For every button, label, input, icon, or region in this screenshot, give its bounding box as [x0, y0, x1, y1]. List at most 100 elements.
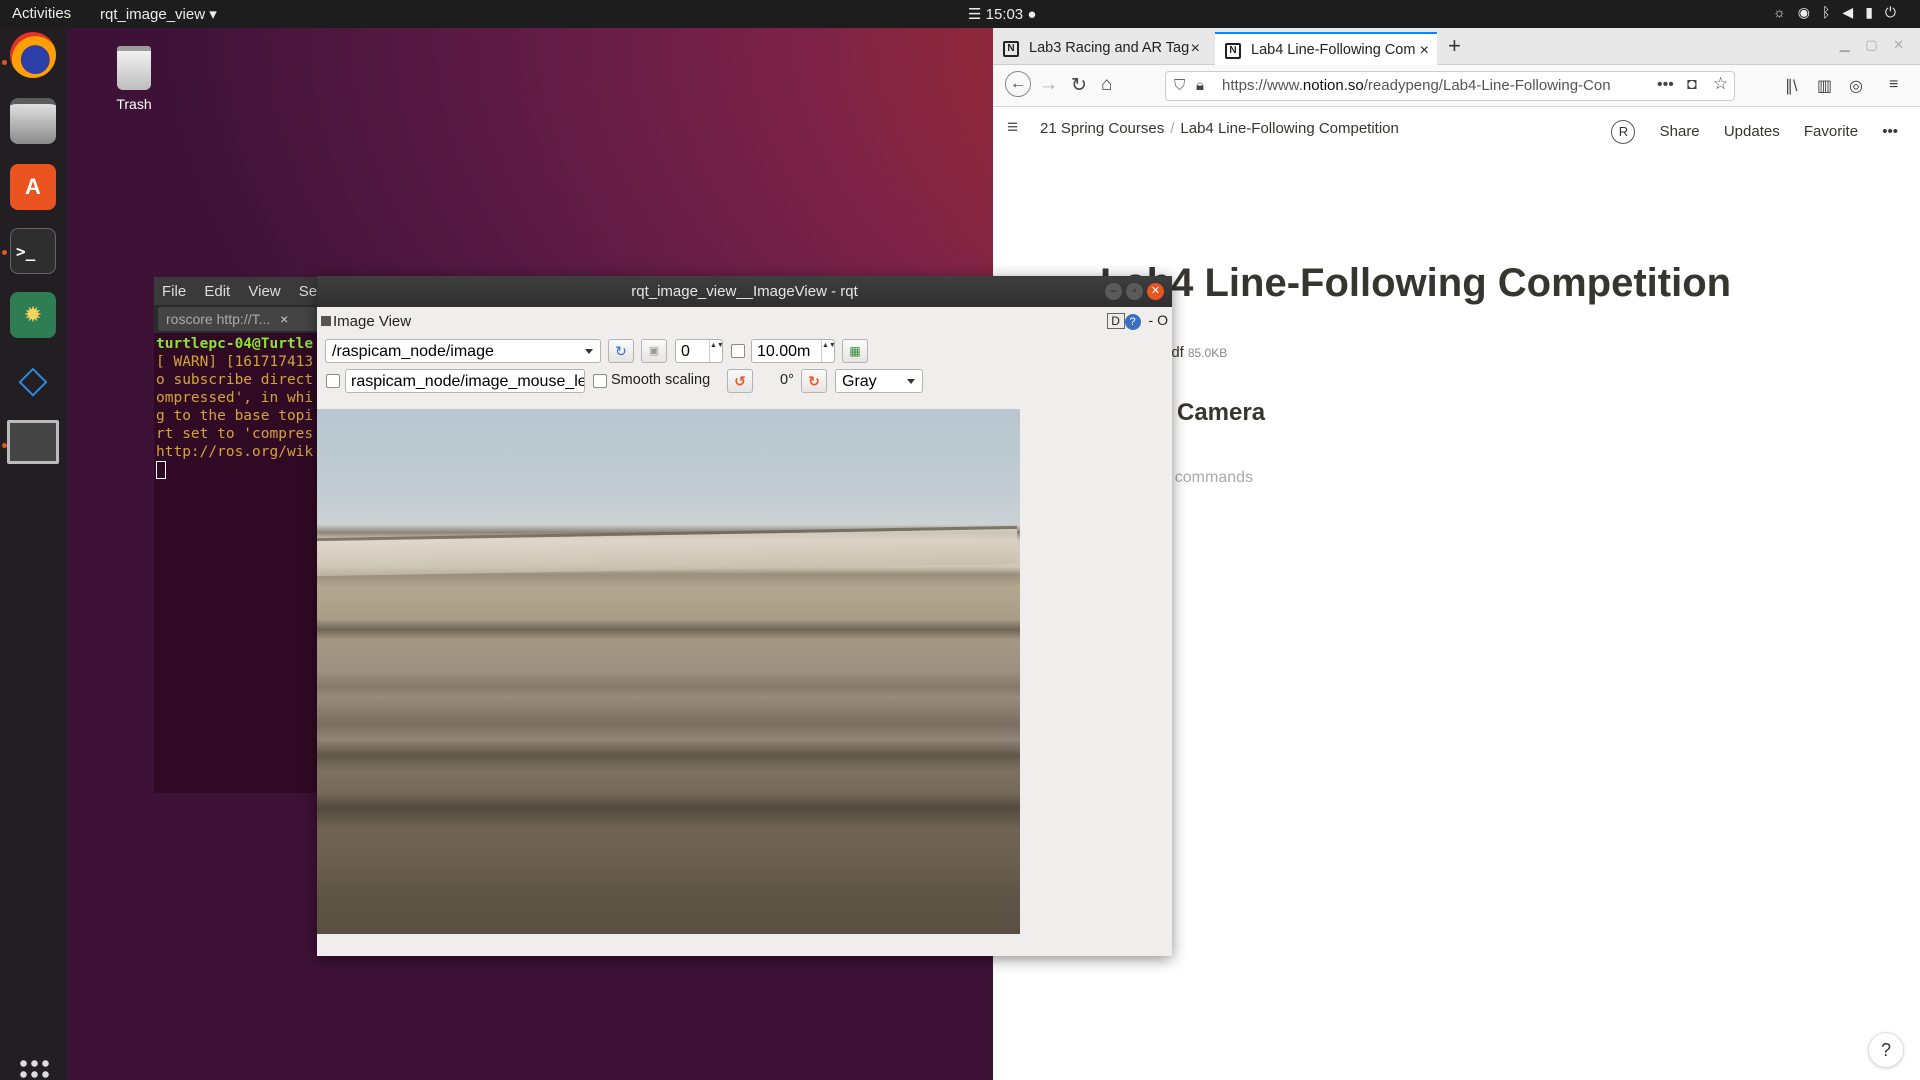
app-menu[interactable]: rqt_image_view ▾ — [100, 5, 217, 23]
trash-icon — [117, 46, 151, 90]
plugin-minimize-close[interactable]: - O — [1149, 312, 1168, 328]
menu-edit[interactable]: Edit — [204, 283, 230, 300]
wifi-icon[interactable]: ◉ — [1798, 4, 1822, 20]
avatar[interactable]: R — [1611, 120, 1636, 144]
bluetooth-icon[interactable]: ᛒ — [1822, 4, 1842, 20]
notion-icon: N — [1225, 43, 1241, 59]
tab-title: Lab4 Line-Following Com — [1251, 42, 1416, 58]
spinbox-arrows[interactable]: ▲▼ — [821, 340, 836, 362]
plugin-controls: D? - O — [1106, 312, 1168, 330]
power-icon[interactable]: ⏻ — [1885, 4, 1908, 20]
help-button[interactable]: ? — [1868, 1032, 1904, 1068]
software-icon[interactable]: A — [10, 164, 56, 210]
close-icon[interactable]: × — [280, 311, 288, 327]
terminal-tab[interactable]: roscore http://T... × — [158, 307, 328, 331]
terminal-prompt: turtlepc-04@Turtle — [156, 336, 314, 352]
pocket-icon[interactable]: ◘ — [1687, 76, 1697, 94]
home-icon[interactable]: ⌂ — [1101, 74, 1112, 96]
terminal-line: [ WARN] [161717413 — [156, 354, 314, 370]
chevron-down-icon — [907, 379, 915, 384]
minimize-icon[interactable]: – — [1105, 283, 1122, 300]
show-applications-icon[interactable] — [18, 1058, 50, 1080]
sidebar-icon[interactable]: ▥ — [1817, 76, 1832, 96]
browser-tab-lab3[interactable]: N Lab3 Racing and AR Tag × — [993, 32, 1208, 65]
browser-tab-lab4[interactable]: N Lab4 Line-Following Com × — [1215, 32, 1437, 65]
window-controls[interactable]: ▁ ▢ ✕ — [1840, 37, 1910, 53]
activities-button[interactable]: Activities — [12, 5, 71, 22]
rotate-left-button[interactable]: ↺ — [727, 369, 753, 393]
rqt-window-icon[interactable] — [7, 420, 59, 464]
refresh-topics-button[interactable]: ↻ — [608, 339, 634, 363]
rotate-right-button[interactable]: ↻ — [801, 369, 827, 393]
breadcrumb-item[interactable]: 21 Spring Courses — [1040, 120, 1164, 137]
hamburger-icon[interactable]: ≡ — [1007, 117, 1018, 139]
breadcrumb-item[interactable]: Lab4 Line-Following Competition — [1180, 120, 1398, 137]
max-range-spinbox[interactable]: 10.00m ▲▼ — [751, 339, 836, 363]
weather-icon[interactable]: ☼ — [1773, 4, 1798, 20]
dock-toggle-button[interactable]: D — [1106, 313, 1125, 329]
topic-value: /raspicam_node/image — [332, 343, 494, 360]
color-scheme-value: Gray — [842, 373, 877, 390]
more-options-icon[interactable]: ••• — [1882, 123, 1898, 140]
color-scheme-dropdown[interactable]: Gray — [835, 369, 923, 393]
terminal-tab-label: roscore http://T... — [166, 311, 271, 327]
menu-view[interactable]: View — [248, 283, 280, 300]
files-icon[interactable] — [10, 98, 56, 144]
save-image-button[interactable]: ▦ — [842, 339, 868, 363]
favorite-button[interactable]: Favorite — [1804, 123, 1858, 140]
reload-icon[interactable]: ↻ — [1071, 74, 1087, 97]
menu-icon[interactable]: ≡ — [1889, 76, 1898, 94]
rotation-label: 0° — [780, 372, 794, 388]
spinbox-arrows[interactable]: ▲▼ — [709, 340, 724, 362]
mouse-topic-field[interactable]: raspicam_node/image_mouse_left — [345, 369, 585, 393]
publish-click-checkbox[interactable] — [326, 374, 340, 388]
image-content — [317, 525, 1017, 577]
close-icon[interactable]: × — [1420, 42, 1429, 60]
terminal-line: rt set to 'compres — [156, 426, 314, 442]
account-icon[interactable]: ◎ — [1849, 76, 1863, 96]
window-titlebar[interactable]: rqt_image_view__ImageView - rqt – ▫ ✕ — [317, 276, 1172, 307]
clock[interactable]: ☰ 15:03 ● — [968, 5, 1036, 23]
smooth-scaling-checkbox[interactable] — [593, 374, 607, 388]
page-actions-icon[interactable]: ••• — [1657, 76, 1674, 94]
vscode-icon[interactable]: ◇ — [10, 356, 56, 402]
terminal-cursor — [156, 461, 166, 479]
new-tab-button[interactable]: + — [1448, 33, 1461, 59]
breadcrumb: 21 Spring Courses / Lab4 Line-Following Co… — [1040, 120, 1399, 137]
forward-arrow-icon[interactable]: → — [1039, 74, 1058, 96]
maximize-icon[interactable]: ▫ — [1126, 283, 1143, 300]
trash-desktop-icon[interactable]: Trash — [104, 46, 164, 112]
dynamic-range-checkbox[interactable] — [731, 344, 745, 358]
battery-icon[interactable]: ▮ — [1865, 4, 1885, 20]
rqt-image-view-window[interactable]: rqt_image_view__ImageView - rqt – ▫ ✕ Imag… — [317, 276, 1172, 956]
url-bar[interactable]: ⛉ 🔒︎ https://www.notion.so/readypeng/Lab… — [1165, 71, 1735, 101]
attachment[interactable]: pdf 85.0KB — [1163, 344, 1227, 361]
camera-image[interactable] — [317, 409, 1020, 934]
share-button[interactable]: Share — [1660, 123, 1700, 140]
help-icon[interactable]: ? — [1124, 314, 1141, 330]
url-host: notion.so — [1302, 77, 1364, 94]
close-icon[interactable]: ✕ — [1147, 283, 1164, 300]
close-icon[interactable]: × — [1191, 40, 1200, 58]
library-icon[interactable]: ∥\ — [1785, 76, 1797, 96]
terminal-icon[interactable]: >_ — [10, 228, 56, 274]
breadcrumb-separator: / — [1170, 120, 1175, 137]
system-tray[interactable]: ☼◉ᛒ◀▮⏻ — [1773, 4, 1908, 21]
settings-icon[interactable]: ✹ — [10, 292, 56, 338]
zoom-1-button[interactable]: ▣ — [641, 339, 667, 363]
firefox-icon[interactable] — [10, 32, 56, 78]
url-path: /readypeng/Lab4-Line-Following-Con — [1363, 77, 1611, 94]
spinbox-value: 0 — [681, 343, 690, 360]
updates-button[interactable]: Updates — [1724, 123, 1780, 140]
mouse-topic-value: raspicam_node/image_mouse_left — [351, 373, 585, 390]
topic-dropdown[interactable]: /raspicam_node/image — [325, 339, 601, 363]
chevron-down-icon — [585, 349, 593, 354]
block-placeholder[interactable]: r commands — [1165, 469, 1253, 487]
menu-file[interactable]: File — [162, 283, 186, 300]
frame-skip-spinbox[interactable]: 0 ▲▼ — [675, 339, 724, 363]
page-title: Lab4 Line-Following Competition — [1100, 261, 1732, 305]
volume-icon[interactable]: ◀ — [1842, 4, 1865, 20]
shield-icon[interactable]: ⛉ — [1174, 77, 1185, 94]
back-arrow-icon[interactable]: ← — [1005, 71, 1031, 97]
bookmark-star-icon[interactable]: ☆ — [1713, 74, 1728, 94]
